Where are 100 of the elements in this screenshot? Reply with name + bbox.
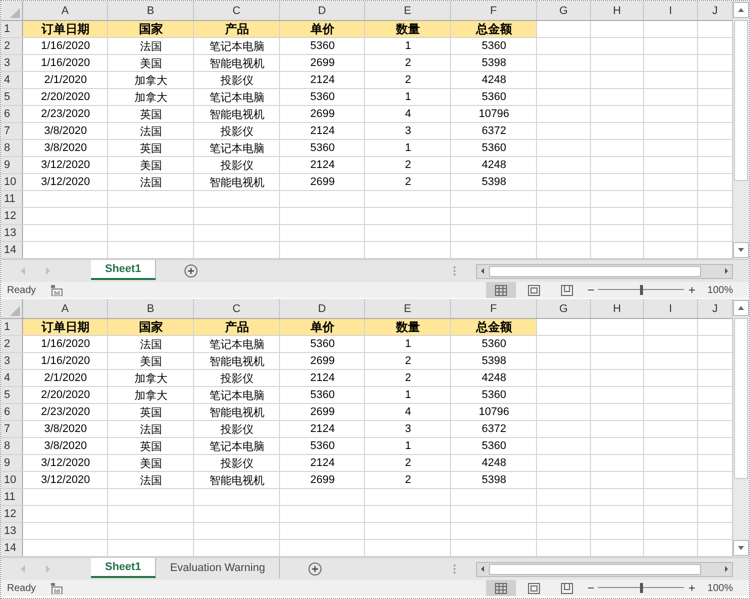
row-header[interactable]: 5 (1, 387, 23, 403)
scroll-down-icon[interactable] (733, 242, 749, 258)
column-header[interactable]: B (108, 299, 194, 318)
row-header[interactable]: 1 (1, 21, 23, 37)
column-header[interactable]: G (537, 1, 591, 20)
table-cell-text: 3/8/2020 (43, 439, 88, 454)
add-sheet-icon[interactable] (184, 264, 198, 278)
table-cell-text: 2 (404, 158, 412, 173)
zoom-level[interactable]: 100% (707, 284, 733, 296)
table-cell-text: 投影仪 (220, 74, 254, 88)
table-cell-text: 2699 (309, 473, 336, 488)
column-header[interactable]: H (591, 1, 644, 20)
row-header[interactable]: 9 (1, 157, 23, 173)
page-icon (528, 284, 540, 296)
scroll-up-icon[interactable] (733, 2, 749, 18)
table-cell-text: 笔记本电脑 (208, 338, 266, 352)
zoom-in-button[interactable]: + (686, 283, 698, 297)
row-header[interactable]: 6 (1, 404, 23, 420)
table-cell: 产品 (194, 21, 280, 37)
column-header[interactable]: D (280, 299, 365, 318)
row-header[interactable]: 13 (1, 225, 23, 241)
row-header[interactable]: 10 (1, 174, 23, 190)
zoom-out-button[interactable]: − (585, 283, 596, 297)
column-header[interactable]: A (23, 299, 108, 318)
table-cell-text: 3/12/2020 (40, 473, 91, 488)
row-header[interactable]: 7 (1, 123, 23, 139)
zoom-slider[interactable] (598, 285, 684, 295)
row-header[interactable]: 8 (1, 140, 23, 156)
row-header[interactable]: 4 (1, 72, 23, 88)
vertical-scrollbar[interactable] (732, 1, 749, 259)
splitter-icon[interactable] (453, 266, 456, 276)
table-cell-text: 5398 (480, 56, 508, 71)
table-cell-text: 3/8/2020 (43, 124, 88, 139)
table-cell-text: 2124 (309, 124, 336, 139)
add-sheet-icon[interactable] (308, 562, 322, 576)
row-header[interactable]: 12 (1, 208, 23, 224)
column-header[interactable]: E (365, 299, 451, 318)
table-cell-text: 5360 (480, 388, 508, 403)
row-header[interactable]: 2 (1, 336, 23, 352)
table-cell-text: 笔记本电脑 (208, 388, 266, 403)
scrollbar-thumb[interactable] (734, 20, 748, 181)
row-header[interactable]: 1 (1, 319, 23, 335)
table-cell-text: 2124 (309, 456, 336, 471)
row-header[interactable]: 8 (1, 438, 23, 454)
macro-icon[interactable] (50, 582, 63, 594)
column-header[interactable]: A (23, 1, 108, 20)
row-header[interactable]: 3 (1, 55, 23, 71)
row-header[interactable]: 2 (1, 38, 23, 54)
column-header[interactable]: C (194, 1, 280, 20)
scrollbar-thumb[interactable] (489, 564, 701, 574)
column-header[interactable]: I (644, 299, 698, 318)
row-header[interactable]: 11 (1, 489, 23, 505)
sheet-tab[interactable]: Evaluation Warning (156, 558, 280, 578)
horizontal-scrollbar[interactable] (476, 264, 733, 278)
table-cell-text: 美国 (139, 354, 163, 369)
column-header[interactable]: B (108, 1, 194, 20)
zoom-in-button[interactable]: + (686, 581, 698, 595)
column-header[interactable]: G (537, 299, 591, 318)
row-header[interactable]: 14 (1, 540, 23, 556)
row-header[interactable]: 9 (1, 455, 23, 471)
table-cell-text: 2699 (309, 107, 336, 122)
row-header[interactable]: 3 (1, 353, 23, 369)
table-cell-text: 5360 (309, 388, 336, 403)
column-header[interactable]: H (591, 299, 644, 318)
horizontal-scrollbar[interactable] (476, 562, 733, 576)
row-header[interactable]: 7 (1, 421, 23, 437)
row-header[interactable]: 6 (1, 106, 23, 122)
vertical-scrollbar[interactable] (732, 299, 749, 557)
column-header[interactable]: C (194, 299, 280, 318)
row-header[interactable]: 14 (1, 242, 23, 258)
scroll-up-icon[interactable] (733, 300, 749, 316)
column-header[interactable]: E (365, 1, 451, 20)
splitter-icon[interactable] (453, 564, 456, 574)
view-button[interactable] (486, 282, 516, 298)
table-cell-text: 智能电视机 (208, 474, 266, 488)
column-header[interactable]: D (280, 1, 365, 20)
column-header[interactable]: F (451, 299, 537, 318)
table-cell-text: 加拿大 (134, 388, 168, 403)
row-header[interactable]: 10 (1, 472, 23, 488)
scroll-down-icon[interactable] (733, 540, 749, 556)
grid-icon (495, 284, 508, 296)
row-header[interactable]: 5 (1, 89, 23, 105)
row-header[interactable]: 11 (1, 191, 23, 207)
macro-icon[interactable] (50, 284, 63, 296)
scrollbar-thumb[interactable] (734, 318, 748, 479)
zoom-out-button[interactable]: − (585, 581, 596, 595)
table-cell-text: 2699 (309, 405, 336, 420)
table-cell-text: 2124 (309, 371, 336, 386)
row-header[interactable]: 13 (1, 523, 23, 539)
view-button[interactable] (486, 580, 516, 596)
sheet-tab[interactable]: Sheet1 (91, 558, 156, 578)
row-header[interactable]: 12 (1, 506, 23, 522)
scrollbar-thumb[interactable] (489, 266, 701, 276)
column-header[interactable]: F (451, 1, 537, 20)
column-header[interactable]: I (644, 1, 698, 20)
zoom-slider[interactable] (598, 583, 684, 593)
sheet-tab[interactable]: Sheet1 (91, 260, 156, 280)
row-header[interactable]: 4 (1, 370, 23, 386)
table-cell-text: 笔记本电脑 (208, 440, 266, 454)
zoom-level[interactable]: 100% (707, 582, 733, 594)
